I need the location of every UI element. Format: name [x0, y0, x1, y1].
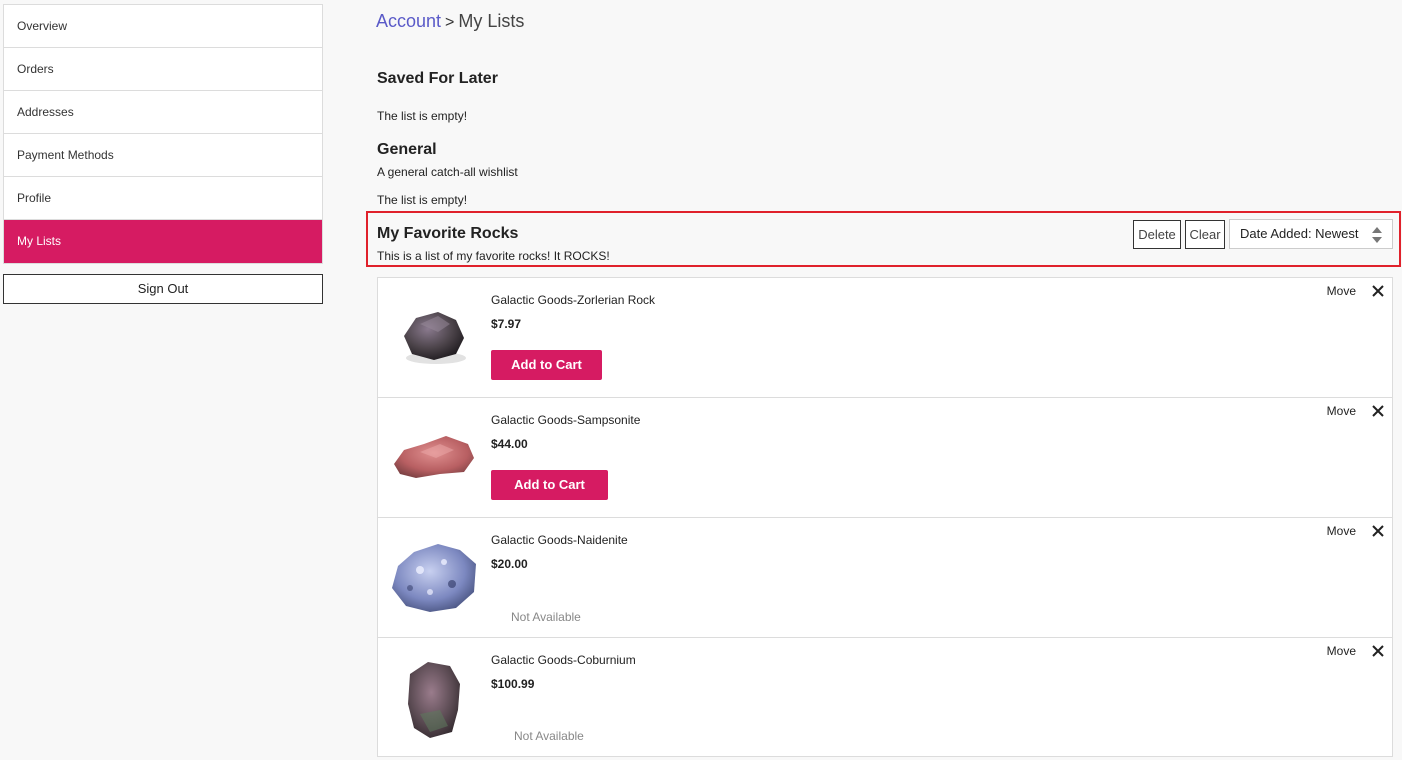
close-icon[interactable] [1370, 520, 1386, 540]
list-header-favorite-rocks: My Favorite Rocks This is a list of my f… [366, 211, 1401, 267]
breadcrumb-current: My Lists [458, 11, 525, 31]
list-empty-message: The list is empty! [377, 109, 468, 123]
account-nav: Overview Orders Addresses Payment Method… [3, 4, 323, 264]
move-button[interactable]: Move [1327, 404, 1356, 418]
list-description-general: A general catch-all wishlist [377, 165, 518, 179]
sidebar-item-my-lists[interactable]: My Lists [4, 220, 322, 263]
breadcrumb-separator: > [445, 14, 455, 31]
product-image [404, 312, 466, 364]
product-name[interactable]: Galactic Goods-Sampsonite [491, 413, 640, 427]
product-name[interactable]: Galactic Goods-Zorlerian Rock [491, 293, 655, 307]
clear-list-button[interactable]: Clear [1185, 220, 1225, 249]
product-price: $20.00 [491, 557, 528, 571]
close-icon[interactable] [1370, 640, 1386, 660]
product-image [408, 662, 460, 738]
list-title-saved-for-later: Saved For Later [377, 70, 498, 87]
product-name[interactable]: Galactic Goods-Coburnium [491, 653, 636, 667]
list-item: Galactic Goods-Coburnium $100.99 Not Ava… [377, 637, 1393, 757]
add-to-cart-button[interactable]: Add to Cart [491, 470, 608, 500]
close-icon[interactable] [1370, 400, 1386, 420]
delete-list-button[interactable]: Delete [1133, 220, 1181, 249]
sort-select-value: Date Added: Newest [1240, 226, 1359, 241]
sidebar-item-overview[interactable]: Overview [4, 5, 322, 48]
product-image [392, 544, 476, 612]
product-image [394, 436, 474, 478]
product-price: $44.00 [491, 437, 528, 451]
sign-out-button[interactable]: Sign Out [3, 274, 323, 304]
list-item: Galactic Goods-Naidenite $20.00 Not Avai… [377, 517, 1393, 637]
not-available-label: Not Available [514, 729, 584, 743]
favorite-rocks-items: Galactic Goods-Zorlerian Rock $7.97 Add … [377, 277, 1393, 757]
sidebar-item-addresses[interactable]: Addresses [4, 91, 322, 134]
product-price: $100.99 [491, 677, 535, 691]
sidebar-item-orders[interactable]: Orders [4, 48, 322, 91]
list-empty-message: The list is empty! [377, 193, 468, 207]
list-title-general: General [377, 141, 437, 158]
move-button[interactable]: Move [1327, 524, 1356, 538]
move-button[interactable]: Move [1327, 644, 1356, 658]
account-sidebar: Overview Orders Addresses Payment Method… [3, 4, 323, 304]
product-price: $7.97 [491, 317, 522, 331]
sort-select[interactable]: Date Added: Newest [1229, 219, 1393, 249]
sort-arrows-icon [1372, 227, 1382, 243]
move-button[interactable]: Move [1327, 284, 1356, 298]
breadcrumb: Account > My Lists [376, 11, 524, 32]
not-available-label: Not Available [511, 610, 581, 624]
list-item: Galactic Goods-Sampsonite $44.00 Add to … [377, 397, 1393, 517]
list-title-favorite-rocks: My Favorite Rocks [377, 225, 519, 242]
close-icon[interactable] [1370, 280, 1386, 300]
product-name[interactable]: Galactic Goods-Naidenite [491, 533, 628, 547]
sidebar-item-profile[interactable]: Profile [4, 177, 322, 220]
sidebar-item-payment-methods[interactable]: Payment Methods [4, 134, 322, 177]
list-description-favorite-rocks: This is a list of my favorite rocks! It … [377, 249, 610, 263]
breadcrumb-account-link[interactable]: Account [376, 11, 441, 31]
add-to-cart-button[interactable]: Add to Cart [491, 350, 602, 380]
list-item: Galactic Goods-Zorlerian Rock $7.97 Add … [377, 277, 1393, 397]
